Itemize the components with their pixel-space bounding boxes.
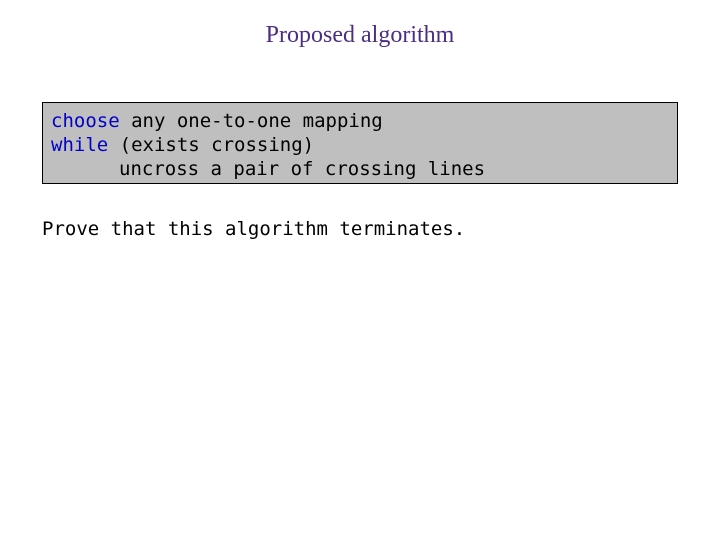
keyword-choose: choose [51,110,120,132]
prompt-text: Prove that this algorithm terminates. [42,218,465,240]
code-line-3: uncross a pair of crossing lines [51,157,669,181]
algorithm-code-block: choose any one-to-one mapping while (exi… [42,102,678,184]
code-line-2: while (exists crossing) [51,133,669,157]
code-line-1: choose any one-to-one mapping [51,109,669,133]
code-text: uncross a pair of crossing lines [119,158,485,180]
keyword-while: while [51,134,108,156]
code-text: any one-to-one mapping [120,110,383,132]
slide-title: Proposed algorithm [0,22,720,49]
slide: Proposed algorithm choose any one-to-one… [0,0,720,540]
code-text: (exists crossing) [108,134,314,156]
